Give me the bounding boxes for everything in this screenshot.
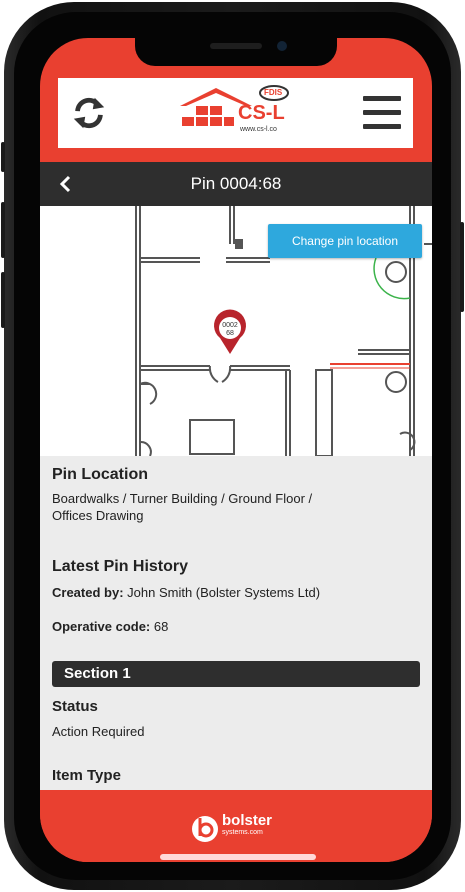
bolster-logo-icon: [192, 816, 218, 842]
map-pin-marker[interactable]: 0002 68: [214, 309, 246, 354]
app-header: FDIS CS-L www.cs-l.co: [58, 78, 413, 148]
app-footer: bolster systems.com: [40, 790, 432, 862]
change-pin-location-button[interactable]: Change pin location: [268, 224, 422, 258]
pin-location-heading: Pin Location: [52, 466, 148, 483]
bolster-name: bolster: [222, 812, 273, 829]
section-header[interactable]: Section 1: [52, 661, 420, 687]
status-label: Status: [52, 698, 98, 715]
created-by-value: John Smith (Bolster Systems Ltd): [123, 585, 321, 600]
operative-code-value: 68: [150, 619, 169, 634]
app-screen: FDIS CS-L www.cs-l.co Pin 0004:68 0002 6…: [40, 38, 432, 862]
bolster-logo: bolster systems.com: [190, 810, 285, 844]
home-indicator[interactable]: [160, 854, 316, 860]
pin-label-line1: 0002: [222, 322, 238, 329]
logo-badge: FDIS: [264, 88, 283, 97]
title-bar: Pin 0004:68: [40, 162, 432, 206]
operative-code-row: Operative code: 68: [52, 619, 168, 634]
logo-text: CS-L: [238, 102, 285, 124]
volume-button: [1, 272, 5, 328]
item-type-label: Item Type: [52, 767, 121, 784]
section-title: Section 1: [64, 665, 131, 682]
created-by-row: Created by: John Smith (Bolster Systems …: [52, 585, 320, 600]
speaker: [210, 43, 262, 49]
cs-l-logo: FDIS CS-L www.cs-l.co: [178, 84, 293, 142]
status-value: Action Required: [52, 724, 145, 739]
floor-plan-map[interactable]: 0002 68 Change pin location: [40, 206, 432, 457]
bolster-sub: systems.com: [222, 829, 263, 836]
refresh-icon[interactable]: [70, 94, 108, 132]
latest-history-heading: Latest Pin History: [52, 558, 189, 575]
hamburger-menu-icon[interactable]: [363, 96, 401, 130]
pin-location-path-line1: Boardwalks / Turner Building / Ground Fl…: [52, 491, 313, 506]
camera: [277, 41, 287, 51]
pin-location-path-line2: Offices Drawing: [52, 508, 144, 523]
operative-code-label: Operative code:: [52, 619, 151, 634]
logo-url: www.cs-l.co: [240, 126, 277, 133]
notch: [135, 38, 337, 66]
created-by-label: Created by:: [52, 585, 124, 600]
volume-button: [1, 202, 5, 258]
page-title: Pin 0004:68: [190, 174, 282, 193]
volume-button: [1, 142, 5, 172]
pin-details: Pin Location Boardwalks / Turner Buildin…: [40, 456, 432, 790]
power-button: [460, 222, 464, 312]
pin-label-line2: 68: [226, 330, 234, 337]
